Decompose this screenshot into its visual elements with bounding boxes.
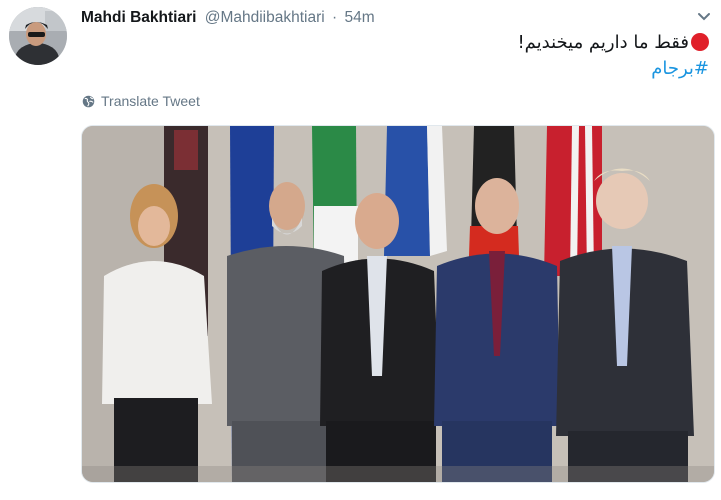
tweet-text-content: فقط ما داریم میخندیم! [517, 32, 689, 53]
timestamp[interactable]: 54m [345, 9, 375, 26]
avatar[interactable] [9, 7, 67, 65]
translate-label: Translate Tweet [101, 93, 200, 109]
tweet-text: فقط ما داریم میخندیم! #برجام [69, 30, 709, 82]
tweet: Mahdi Bakhtiari @Mahdiibakhtiari · 54m ف… [0, 0, 721, 500]
translate-tweet-link[interactable]: Translate Tweet [82, 93, 200, 109]
avatar-image [9, 7, 67, 65]
display-name[interactable]: Mahdi Bakhtiari [81, 9, 196, 26]
red-circle-emoji [691, 33, 709, 51]
tweet-text-line: فقط ما داریم میخندیم! [69, 30, 709, 56]
chevron-down-icon[interactable] [697, 12, 711, 22]
separator-dot: · [332, 9, 338, 26]
tweet-header: Mahdi Bakhtiari @Mahdiibakhtiari · 54m [81, 9, 375, 29]
hashtag-link[interactable]: #برجام [651, 58, 709, 79]
globe-icon [82, 95, 95, 107]
user-handle[interactable]: @Mahdiibakhtiari [205, 9, 325, 26]
photo-image [82, 126, 714, 482]
tweet-photo[interactable] [81, 125, 715, 483]
